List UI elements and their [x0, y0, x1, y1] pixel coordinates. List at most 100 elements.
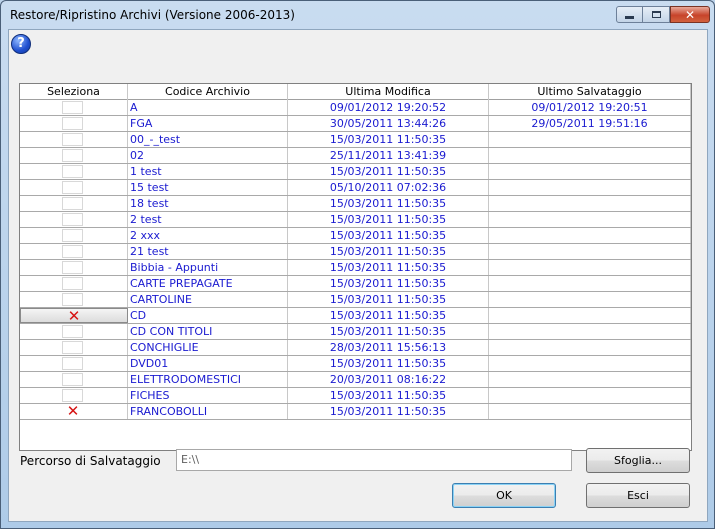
last-saved-cell [489, 260, 691, 275]
select-cell[interactable] [20, 324, 128, 339]
select-cell[interactable] [20, 228, 128, 243]
archive-code-cell: Bibbia - Appunti [128, 260, 288, 275]
select-cell[interactable] [20, 212, 128, 227]
select-cell[interactable] [20, 276, 128, 291]
last-saved-cell [489, 324, 691, 339]
last-modified-cell: 15/03/2011 11:50:35 [288, 276, 489, 291]
select-checkbox[interactable] [62, 101, 83, 114]
ok-button[interactable]: OK [452, 483, 556, 508]
table-row[interactable]: ✕ CD 15/03/2011 11:50:35 [20, 308, 691, 324]
select-checkbox[interactable] [62, 293, 83, 306]
table-row[interactable]: ELETTRODOMESTICI 20/03/2011 08:16:22 [20, 372, 691, 388]
column-header-saved[interactable]: Ultimo Salvataggio [489, 84, 691, 100]
archive-code-cell: 1 test [128, 164, 288, 179]
archive-code-cell: 00_-_test [128, 132, 288, 147]
table-row[interactable]: 21 test 15/03/2011 11:50:35 [20, 244, 691, 260]
last-saved-cell [489, 276, 691, 291]
exit-button[interactable]: Esci [586, 483, 690, 508]
select-cell[interactable] [20, 100, 128, 115]
select-cell[interactable] [20, 260, 128, 275]
select-checkbox[interactable] [62, 277, 83, 290]
select-checkbox[interactable] [62, 325, 83, 338]
select-cell[interactable] [20, 292, 128, 307]
select-cell[interactable] [20, 340, 128, 355]
table-row[interactable]: 2 test 15/03/2011 11:50:35 [20, 212, 691, 228]
table-row[interactable]: 00_-_test 15/03/2011 11:50:35 [20, 132, 691, 148]
select-checkbox[interactable] [62, 213, 83, 226]
select-checkbox[interactable] [62, 245, 83, 258]
table-row[interactable]: FGA 30/05/2011 13:44:26 29/05/2011 19:51:1… [20, 116, 691, 132]
title-bar[interactable]: Restore/Ripristino Archivi (Versione 200… [1, 1, 714, 29]
last-saved-cell: 09/01/2012 19:20:51 [489, 100, 691, 115]
archive-code-cell: DVD01 [128, 356, 288, 371]
table-row[interactable]: CARTE PREPAGATE 15/03/2011 11:50:35 [20, 276, 691, 292]
table-row[interactable]: 15 test 05/10/2011 07:02:36 [20, 180, 691, 196]
table-row[interactable]: ✕ FRANCOBOLLI 15/03/2011 11:50:35 [20, 404, 691, 420]
select-checkbox[interactable] [62, 149, 83, 162]
table-row[interactable]: 02 25/11/2011 13:41:39 [20, 148, 691, 164]
select-cell[interactable] [20, 356, 128, 371]
select-cell[interactable] [20, 132, 128, 147]
archive-code-cell: FGA [128, 116, 288, 131]
select-checkbox[interactable] [62, 117, 83, 130]
save-path-field[interactable]: E:\\ [176, 449, 572, 471]
select-cell[interactable] [20, 196, 128, 211]
select-cell[interactable]: ✕ [20, 404, 128, 419]
select-cell[interactable] [20, 164, 128, 179]
archive-code-cell: 2 test [128, 212, 288, 227]
table-row[interactable]: 18 test 15/03/2011 11:50:35 [20, 196, 691, 212]
table-body: A 09/01/2012 19:20:52 09/01/2012 19:20:51 F… [20, 100, 691, 420]
minimize-button[interactable] [616, 6, 643, 23]
close-icon: ✕ [684, 7, 696, 22]
column-header-modified[interactable]: Ultima Modifica [288, 84, 489, 100]
select-cell[interactable] [20, 388, 128, 403]
last-modified-cell: 25/11/2011 13:41:39 [288, 148, 489, 163]
close-button[interactable]: ✕ [670, 6, 710, 23]
select-checkbox[interactable] [62, 373, 83, 386]
table-row[interactable]: DVD01 15/03/2011 11:50:35 [20, 356, 691, 372]
select-cell[interactable]: ✕ [20, 308, 128, 323]
select-checkbox[interactable] [62, 181, 83, 194]
column-header-code[interactable]: Codice Archivio [128, 84, 288, 100]
archive-code-cell: CARTE PREPAGATE [128, 276, 288, 291]
select-checkbox[interactable] [62, 357, 83, 370]
selected-x-icon[interactable]: ✕ [63, 309, 85, 322]
table-row[interactable]: FICHES 15/03/2011 11:50:35 [20, 388, 691, 404]
help-icon[interactable]: ? [11, 34, 31, 54]
archive-code-cell: FRANCOBOLLI [128, 404, 288, 419]
select-checkbox[interactable] [62, 165, 83, 178]
selected-x-icon[interactable]: ✕ [62, 404, 84, 419]
table-row[interactable]: 2 xxx 15/03/2011 11:50:35 [20, 228, 691, 244]
archive-table: Seleziona Codice Archivio Ultima Modific… [19, 83, 692, 451]
table-header: Seleziona Codice Archivio Ultima Modific… [20, 84, 691, 100]
select-checkbox[interactable] [62, 261, 83, 274]
select-checkbox[interactable] [62, 229, 83, 242]
dialog-client-area: ? Seleziona Codice Archivio Ultima Modif… [8, 29, 708, 522]
select-checkbox[interactable] [62, 341, 83, 354]
select-cell[interactable] [20, 372, 128, 387]
last-saved-cell [489, 164, 691, 179]
select-checkbox[interactable] [62, 389, 83, 402]
last-saved-cell [489, 228, 691, 243]
browse-button[interactable]: Sfoglia... [586, 448, 690, 473]
archive-code-cell: A [128, 100, 288, 115]
select-cell[interactable] [20, 180, 128, 195]
last-modified-cell: 15/03/2011 11:50:35 [288, 292, 489, 307]
table-row[interactable]: Bibbia - Appunti 15/03/2011 11:50:35 [20, 260, 691, 276]
last-modified-cell: 15/03/2011 11:50:35 [288, 388, 489, 403]
select-cell[interactable] [20, 244, 128, 259]
save-path-label: Percorso di Salvataggio [20, 454, 161, 468]
table-row[interactable]: CONCHIGLIE 28/03/2011 15:56:13 [20, 340, 691, 356]
table-row[interactable]: CD CON TITOLI 15/03/2011 11:50:35 [20, 324, 691, 340]
last-saved-cell [489, 196, 691, 211]
last-modified-cell: 15/03/2011 11:50:35 [288, 308, 489, 323]
maximize-button[interactable] [643, 6, 670, 23]
table-row[interactable]: A 09/01/2012 19:20:52 09/01/2012 19:20:51 [20, 100, 691, 116]
select-checkbox[interactable] [62, 133, 83, 146]
column-header-select[interactable]: Seleziona [20, 84, 128, 100]
select-cell[interactable] [20, 116, 128, 131]
table-row[interactable]: 1 test 15/03/2011 11:50:35 [20, 164, 691, 180]
table-row[interactable]: CARTOLINE 15/03/2011 11:50:35 [20, 292, 691, 308]
select-checkbox[interactable] [62, 197, 83, 210]
select-cell[interactable] [20, 148, 128, 163]
